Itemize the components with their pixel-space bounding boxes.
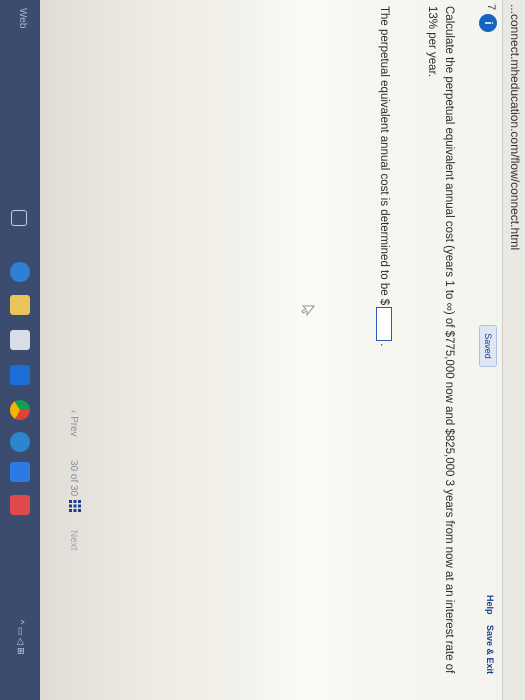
taskbar-search[interactable]: Web — [17, 8, 28, 28]
prev-button[interactable]: ‹ Prev — [68, 410, 79, 437]
taskbar: Web ^ ▭ ◁ ⊞ — [0, 0, 40, 700]
question-number: 7 — [485, 4, 497, 11]
next-button[interactable]: Next — [68, 530, 79, 551]
chrome-icon[interactable] — [10, 400, 30, 420]
teams-icon[interactable] — [10, 462, 30, 482]
system-tray[interactable]: ^ ▭ ◁ ⊞ — [15, 620, 26, 655]
task-view-icon[interactable] — [11, 210, 27, 226]
page-counter: 30 of 30 — [68, 460, 79, 496]
store-icon[interactable] — [10, 330, 30, 350]
url-text[interactable]: ...connect.mheducation.com/flow/connect.… — [508, 4, 522, 250]
mouse-cursor-icon — [301, 305, 315, 317]
answer-suffix: . — [378, 343, 390, 347]
answer-input[interactable] — [376, 307, 393, 342]
ie-icon[interactable] — [10, 432, 30, 452]
question-text: Calculate the perpetual equivalent annua… — [426, 6, 455, 674]
address-bar[interactable]: ...connect.mheducation.com/flow/connect.… — [502, 0, 525, 700]
save-exit-button[interactable]: Save & Exit — [485, 625, 495, 674]
saved-badge: Saved — [479, 325, 497, 367]
screen-glare — [235, 0, 375, 700]
k-app-icon[interactable] — [10, 495, 30, 515]
page-total: 30 — [68, 485, 79, 497]
pagination: ‹ Prev 30 of 30 Next — [47, 0, 87, 700]
edge-icon[interactable] — [10, 262, 30, 282]
file-explorer-icon[interactable] — [10, 295, 30, 315]
page-of: of — [68, 473, 79, 483]
app-icon[interactable] — [10, 365, 30, 385]
answer-prompt: The perpetual equivalent annual cost is … — [378, 6, 390, 306]
answer-row: The perpetual equivalent annual cost is … — [375, 6, 393, 696]
page-current: 30 — [68, 460, 79, 472]
help-button[interactable]: Help — [485, 595, 495, 615]
assignment-header: 7 i Saved Help Save & Exit — [473, 0, 503, 700]
screen: ...connect.mheducation.com/flow/connect.… — [0, 0, 525, 700]
info-icon[interactable]: i — [479, 14, 497, 32]
grid-icon[interactable] — [69, 500, 81, 512]
